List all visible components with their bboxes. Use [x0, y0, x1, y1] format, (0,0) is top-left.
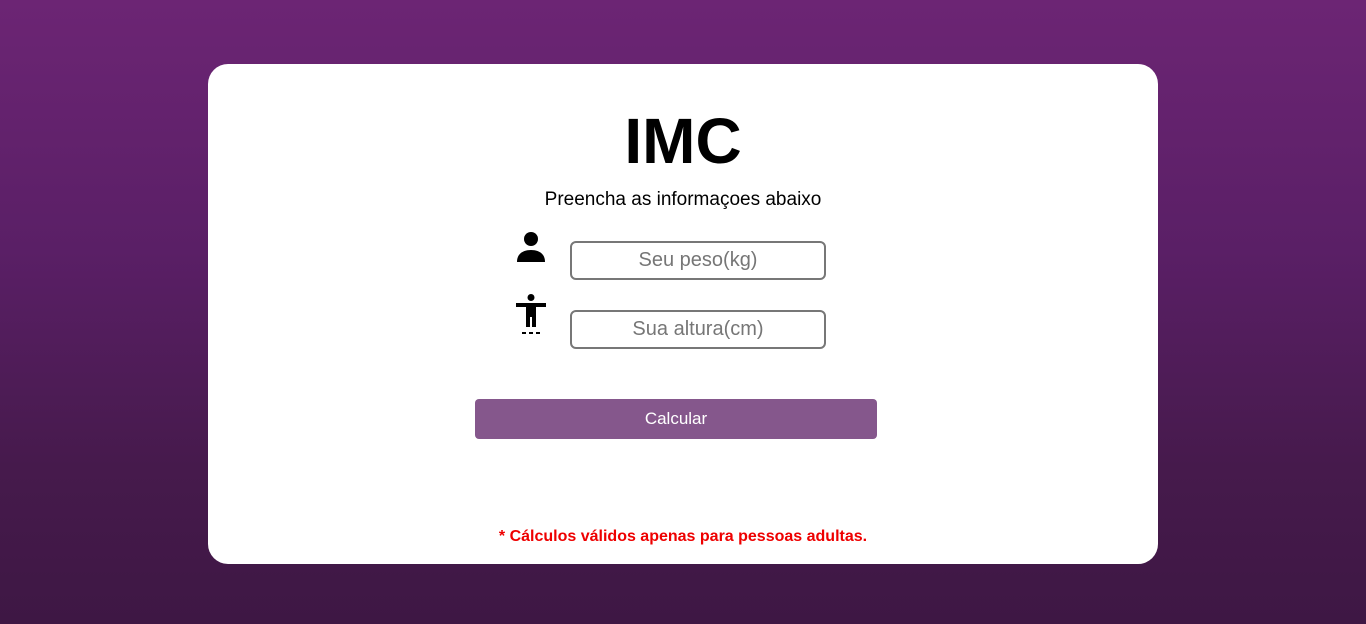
accessibility-body-icon: [516, 294, 546, 334]
height-input[interactable]: [570, 310, 826, 349]
calculate-button[interactable]: Calcular: [475, 399, 877, 439]
weight-input[interactable]: [570, 241, 826, 280]
page-title: IMC: [624, 105, 742, 177]
form-instructions: Preencha as informaçoes abaixo: [544, 189, 822, 210]
person-icon: [517, 232, 545, 262]
adults-only-note: * Cálculos válidos apenas para pessoas a…: [498, 528, 868, 545]
